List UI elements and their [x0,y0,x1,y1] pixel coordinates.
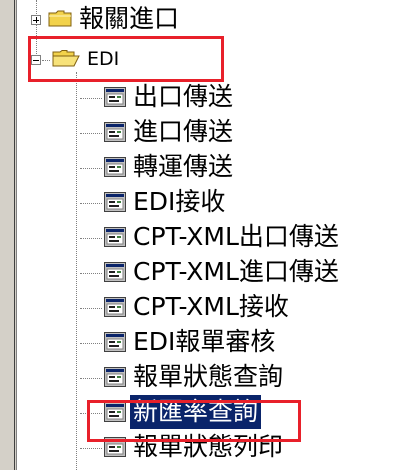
tree-connector [80,343,102,345]
form-icon [104,87,126,107]
form-icon [104,122,126,142]
form-icon [104,262,126,282]
tree-connector [80,448,102,450]
tree-node-transship-send[interactable]: 轉運傳送 [0,150,400,184]
tree-connector [80,168,102,170]
tree-node-import-send[interactable]: 進口傳送 [0,115,400,149]
tree-node-label: CPT-XML進口傳送 [133,257,339,286]
tree-node-label: 出口傳送 [133,82,234,111]
tree-node-cpt-xml-receive[interactable]: CPT-XML接收 [0,290,400,324]
expand-plus-icon[interactable] [31,15,41,25]
tree-node-label: 進口傳送 [133,117,234,146]
red-highlight-box-exchange-rate [87,400,301,442]
tree-node-label: EDI報單審核 [133,327,276,356]
tree-node-label: 報單狀態查詢 [133,362,284,391]
form-icon [104,332,126,352]
tree-panel: 報關進口 EDI 出口傳送 進口傳送 轉運傳送 EDI接收 CPT-XML出口傳… [0,0,400,470]
tree-connector [80,133,102,135]
red-highlight-box-edi [28,36,224,82]
tree-connector [80,308,102,310]
tree-node-customs-import[interactable]: 報關進口 [0,2,400,36]
tree-node-cpt-xml-export-send[interactable]: CPT-XML出口傳送 [0,220,400,254]
tree-node-declaration-status-query[interactable]: 報單狀態查詢 [0,360,400,394]
tree-connector [80,378,102,380]
tree-connector [80,238,102,240]
tree-connector [80,98,102,100]
form-icon [104,157,126,177]
tree-connector [80,273,102,275]
folder-closed-icon [48,10,72,27]
form-icon [104,227,126,247]
tree-node-cpt-xml-import-send[interactable]: CPT-XML進口傳送 [0,255,400,289]
tree-node-label: 報關進口 [79,4,180,33]
tree-node-export-send[interactable]: 出口傳送 [0,80,400,114]
form-icon [104,367,126,387]
tree-connector [80,203,102,205]
tree-node-label: CPT-XML接收 [133,292,289,321]
tree-node-edi-receive[interactable]: EDI接收 [0,185,400,219]
tree-node-label: EDI接收 [133,187,226,216]
tree-node-edi-declaration-review[interactable]: EDI報單審核 [0,325,400,359]
form-icon [104,192,126,212]
tree-node-label: CPT-XML出口傳送 [133,222,339,251]
form-icon [104,297,126,317]
tree-node-label: 轉運傳送 [133,152,234,181]
